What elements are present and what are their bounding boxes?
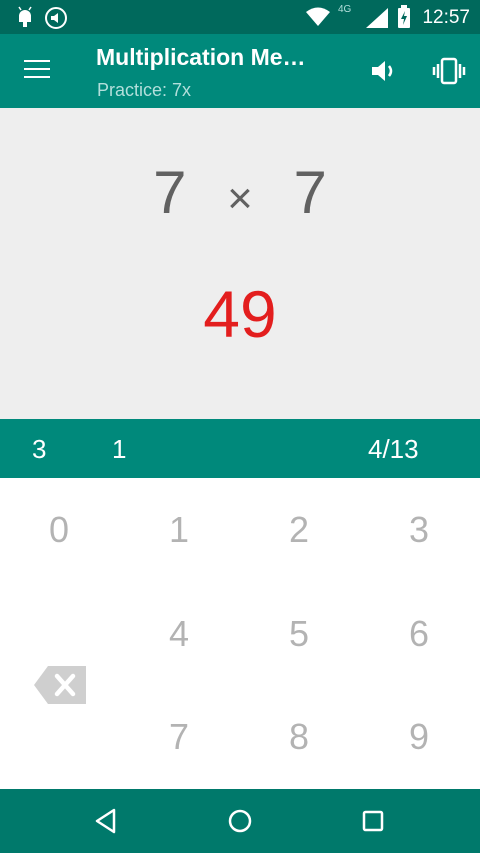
operator: × — [227, 174, 253, 223]
wifi-icon — [306, 7, 330, 26]
left-operand: 7 — [153, 159, 187, 226]
right-operand: 7 — [293, 159, 327, 226]
app-title: Multiplication Me… — [96, 44, 306, 70]
progress-counter: 4/13 — [368, 434, 419, 464]
key-3[interactable]: 3 — [379, 500, 459, 560]
key-9[interactable]: 9 — [379, 707, 459, 767]
key-1[interactable]: 1 — [139, 500, 219, 560]
media-volume-icon — [45, 7, 67, 29]
problem-area: 7 × 7 49 — [0, 108, 480, 419]
recents-icon[interactable] — [355, 803, 391, 839]
status-time: 12:57 — [422, 7, 470, 28]
app-subtitle: Practice: 7x — [97, 80, 192, 100]
keypad: 0 1 2 3 4 5 6 7 8 9 — [0, 478, 480, 789]
battery-charging-icon — [398, 5, 410, 28]
question: 7 × 7 — [0, 158, 480, 227]
network-type-label: 4G — [338, 4, 352, 15]
stat-left: 3 — [32, 434, 47, 464]
app-bar: Multiplication Me… Practice: 7x — [0, 34, 480, 108]
key-8[interactable]: 8 — [259, 707, 339, 767]
key-0[interactable]: 0 — [19, 500, 99, 560]
status-bar: 4G 12:57 — [0, 0, 480, 34]
backspace-icon[interactable] — [30, 664, 90, 706]
cell-signal-icon — [366, 8, 388, 28]
android-debug-icon — [18, 6, 32, 27]
back-icon[interactable] — [88, 803, 124, 839]
volume-icon[interactable] — [367, 54, 401, 88]
stat-middle: 1 — [112, 434, 127, 464]
key-7[interactable]: 7 — [139, 707, 219, 767]
vibrate-icon[interactable] — [432, 54, 466, 88]
key-5[interactable]: 5 — [259, 604, 339, 664]
home-icon[interactable] — [222, 803, 258, 839]
key-6[interactable]: 6 — [379, 604, 459, 664]
stats-bar: 3 1 4/13 — [0, 419, 480, 478]
key-2[interactable]: 2 — [259, 500, 339, 560]
answer-display: 49 — [203, 277, 277, 351]
nav-bar — [0, 789, 480, 853]
key-4[interactable]: 4 — [139, 604, 219, 664]
menu-icon[interactable] — [24, 60, 50, 80]
